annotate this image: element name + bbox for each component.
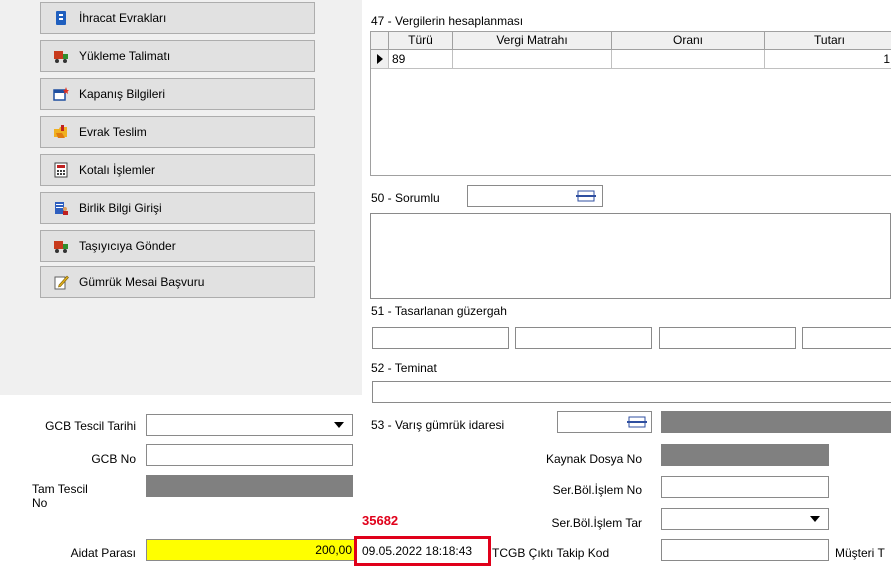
annotation-datetime-box: 09.05.2022 18:18:43 (354, 536, 491, 566)
pencil-note-icon (54, 275, 69, 290)
chevron-down-icon (810, 516, 820, 522)
table-cell-turu[interactable]: 89 (389, 50, 453, 69)
column-header-tutari[interactable]: Tutarı (765, 32, 891, 50)
truck-icon (54, 241, 68, 253)
calculator-icon (54, 162, 68, 178)
row-pointer-icon (376, 54, 383, 64)
server-person-icon (55, 202, 68, 215)
birlik-bilgi-girisi-button[interactable]: Birlik Bilgi Girişi (40, 192, 315, 224)
tax-section-title: 47 - Vergilerin hesaplanması (371, 14, 524, 28)
ser-bol-islem-no-label: Ser.Böl.İşlem No (552, 483, 642, 497)
teminat-input[interactable] (372, 381, 891, 403)
ser-bol-islem-tar-select[interactable] (661, 508, 829, 530)
gcb-no-label: GCB No (91, 452, 136, 466)
action-panel: İhracat Evrakları Yükleme Talimatı Kapan… (0, 0, 362, 395)
column-header-turu[interactable]: Türü (389, 32, 453, 50)
ihracat-evraklari-button[interactable]: İhracat Evrakları (40, 2, 315, 34)
folder-hand-icon (54, 125, 67, 138)
tam-tescil-no-label: Tam Tescil No (32, 482, 88, 510)
row-indicator[interactable] (371, 50, 389, 69)
kaynak-dosya-no-field (661, 444, 829, 466)
sorumlu-detail-box[interactable] (370, 213, 891, 299)
yukleme-talimati-label: Yükleme Talimatı (79, 49, 171, 63)
guzergah-label: 51 - Tasarlanan güzergah (371, 304, 507, 318)
guzergah-input-1[interactable] (372, 327, 509, 349)
tasiyiciya-gonder-button[interactable]: Taşıyıcıya Gönder (40, 230, 315, 262)
evrak-teslim-label: Evrak Teslim (79, 125, 147, 139)
tcgb-cikti-takip-kod-input[interactable] (661, 539, 829, 561)
ihracat-evraklari-label: İhracat Evrakları (79, 11, 167, 25)
gumruk-mesai-basvuru-button[interactable]: Gümrük Mesai Başvuru (40, 266, 315, 298)
kotali-islemler-label: Kotalı İşlemler (79, 163, 156, 177)
tam-tescil-label-line1: Tam Tescil (32, 482, 88, 496)
table-cell-matrah[interactable] (453, 50, 612, 69)
kapanis-bilgileri-label: Kapanış Bilgileri (79, 87, 166, 101)
sorumlu-lookup-button[interactable] (574, 186, 598, 206)
truck-icon (54, 51, 68, 63)
tam-tescil-no-field (146, 475, 353, 497)
birlik-bilgi-girisi-label: Birlik Bilgi Girişi (79, 201, 162, 215)
column-header-orani[interactable]: Oranı (612, 32, 765, 50)
gcb-tescil-tarihi-select[interactable] (146, 414, 353, 436)
chevron-down-icon (334, 422, 344, 428)
varis-name-field (661, 411, 891, 433)
table-cell-oran[interactable] (612, 50, 765, 69)
ser-bol-islem-tar-label: Ser.Böl.İşlem Tar (551, 516, 642, 530)
lookup-icon (627, 416, 647, 428)
varis-lookup-button[interactable] (625, 412, 649, 432)
table-cell-tutar[interactable]: 1 (765, 50, 891, 69)
gcb-tescil-tarihi-label: GCB Tescil Tarihi (45, 419, 136, 433)
guzergah-input-3[interactable] (659, 327, 796, 349)
tcgb-cikti-takip-kod-label: TCGB Çıktı Takip Kod (492, 546, 610, 560)
tasiyiciya-gonder-label: Taşıyıcıya Gönder (79, 239, 176, 253)
yukleme-talimati-button[interactable]: Yükleme Talimatı (40, 40, 315, 72)
annotation-number: 35682 (362, 513, 399, 528)
guzergah-input-4[interactable] (802, 327, 891, 349)
column-header-vergi-matrahi[interactable]: Vergi Matrahı (453, 32, 612, 50)
kapanis-bilgileri-button[interactable]: Kapanış Bilgileri (40, 78, 315, 110)
musteri-label: Müşteri T (835, 546, 885, 560)
tax-grid[interactable]: Türü Vergi Matrahı Oranı Tutarı 89 1 (370, 31, 891, 176)
grid-row-header-corner (371, 32, 389, 50)
varis-label: 53 - Varış gümrük idaresi (371, 418, 505, 432)
aidat-parasi-label: Aidat Parası (70, 546, 136, 560)
document-blue-icon (56, 11, 66, 25)
kotali-islemler-button[interactable]: Kotalı İşlemler (40, 154, 315, 186)
sorumlu-label: 50 - Sorumlu (371, 191, 440, 205)
gumruk-mesai-basvuru-label: Gümrük Mesai Başvuru (79, 275, 205, 289)
guzergah-input-2[interactable] (515, 327, 652, 349)
ser-bol-islem-no-input[interactable] (661, 476, 829, 498)
kaynak-dosya-no-label: Kaynak Dosya No (545, 452, 642, 466)
lookup-icon (576, 190, 596, 202)
gcb-no-input[interactable] (146, 444, 353, 466)
window-star-icon (53, 87, 69, 101)
tam-tescil-label-line2: No (32, 496, 48, 510)
evrak-teslim-button[interactable]: Evrak Teslim (40, 116, 315, 148)
teminat-label: 52 - Teminat (371, 361, 437, 375)
aidat-parasi-input[interactable]: 200,00 (146, 539, 355, 561)
